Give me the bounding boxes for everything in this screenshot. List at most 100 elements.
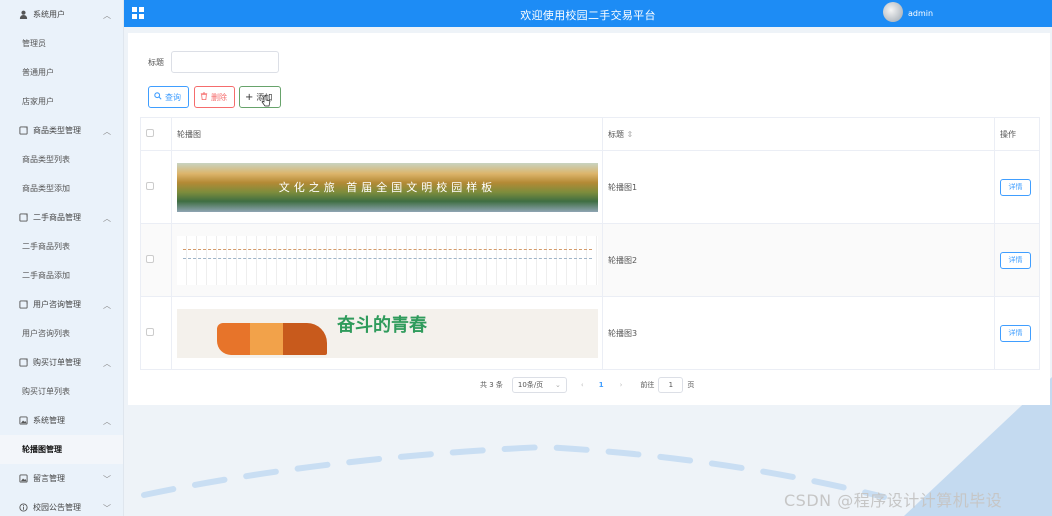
sidebar-group-label: 用户咨询管理 bbox=[33, 300, 81, 309]
carousel-image-cell: 奋斗的青春 bbox=[171, 296, 603, 370]
page-size-value: 10条/页 bbox=[517, 381, 544, 389]
sidebar-group-goods-type[interactable]: 商品类型管理 ︿ bbox=[0, 116, 123, 145]
delete-button[interactable]: 删除 bbox=[194, 86, 235, 108]
carousel-image-cell: 文化之旅 首届全国文明校园样板 bbox=[171, 150, 603, 224]
column-header-title[interactable]: 标题 ⇕ bbox=[602, 117, 995, 151]
current-page[interactable]: 1 bbox=[599, 381, 604, 389]
carousel-image-text: 奋斗的青春 bbox=[337, 314, 427, 336]
prev-page-icon[interactable]: ‹ bbox=[581, 381, 584, 389]
info-icon bbox=[18, 503, 28, 513]
table-header-row: 轮播图 标题 ⇕ 操作 bbox=[140, 117, 1040, 151]
chevron-up-icon: ︿ bbox=[103, 359, 111, 368]
total-count: 共 3 条 bbox=[480, 381, 503, 389]
chevron-up-icon: ︿ bbox=[103, 417, 111, 426]
sidebar-item-order-list[interactable]: 购买订单列表 bbox=[0, 377, 123, 406]
title-filter-input[interactable] bbox=[171, 51, 279, 73]
user-icon bbox=[18, 10, 28, 20]
document-icon bbox=[18, 358, 28, 368]
sidebar-group-consult[interactable]: 用户咨询管理 ︿ bbox=[0, 290, 123, 319]
table-row: 奋斗的青春 轮播图3 详情 bbox=[140, 296, 1040, 370]
sort-icon[interactable]: ⇕ bbox=[627, 130, 634, 139]
sidebar-group-secondhand-goods[interactable]: 二手商品管理 ︿ bbox=[0, 203, 123, 232]
detail-button[interactable]: 详情 bbox=[1000, 324, 1031, 342]
chevron-down-icon: ⌄ bbox=[555, 381, 561, 389]
page-suffix: 页 bbox=[687, 381, 695, 389]
goto-page-input[interactable]: 1 bbox=[658, 377, 684, 393]
sidebar-group-notices[interactable]: 校园公告管理 ﹀ bbox=[0, 493, 123, 516]
column-header-title-label: 标题 bbox=[608, 129, 624, 139]
row-checkbox[interactable] bbox=[146, 328, 154, 336]
chevron-down-icon: ﹀ bbox=[103, 504, 111, 513]
row-select-cell[interactable] bbox=[140, 150, 172, 224]
image-icon bbox=[18, 474, 28, 484]
sidebar-group-label: 留言管理 bbox=[33, 474, 65, 483]
column-header-image: 轮播图 bbox=[171, 117, 603, 151]
document-icon bbox=[18, 213, 28, 223]
avatar[interactable] bbox=[883, 2, 903, 22]
row-select-cell[interactable] bbox=[140, 223, 172, 297]
select-all-cell[interactable] bbox=[140, 117, 172, 151]
sidebar: 系统用户 ︿ 管理员 普通用户 店家用户 商品类型管理 ︿ 商品类型列表 商品类… bbox=[0, 0, 124, 516]
action-cell: 详情 bbox=[994, 223, 1040, 297]
sidebar-item-goods-type-list[interactable]: 商品类型列表 bbox=[0, 145, 123, 174]
document-icon bbox=[18, 300, 28, 310]
trash-icon bbox=[200, 92, 208, 102]
table-row: 文化之旅 首届全国文明校园样板 轮播图1 详情 bbox=[140, 150, 1040, 224]
sidebar-group-label: 系统用户 bbox=[33, 10, 65, 19]
username[interactable]: admin bbox=[908, 9, 933, 18]
sidebar-group-label: 校园公告管理 bbox=[33, 503, 81, 512]
sidebar-item-normal-user[interactable]: 普通用户 bbox=[0, 58, 123, 87]
sidebar-group-label: 购买订单管理 bbox=[33, 358, 81, 367]
watermark: CSDN @程序设计计算机毕设 bbox=[784, 491, 1003, 510]
query-button[interactable]: 查询 bbox=[148, 86, 189, 108]
carousel-image: 文化之旅 首届全国文明校园样板 bbox=[177, 162, 598, 212]
sidebar-group-label: 商品类型管理 bbox=[33, 126, 81, 135]
chevron-up-icon: ︿ bbox=[103, 127, 111, 136]
sidebar-item-goods-list[interactable]: 二手商品列表 bbox=[0, 232, 123, 261]
sidebar-group-orders[interactable]: 购买订单管理 ︿ bbox=[0, 348, 123, 377]
add-button[interactable]: + 添加 bbox=[239, 86, 281, 108]
row-select-cell[interactable] bbox=[140, 296, 172, 370]
pagination: 共 3 条 10条/页 ⌄ ‹ 1 › 前往 1 页 bbox=[480, 377, 694, 393]
column-header-actions: 操作 bbox=[994, 117, 1040, 151]
table-row: 轮播图2 详情 bbox=[140, 223, 1040, 297]
sidebar-group-messages[interactable]: 留言管理 ﹀ bbox=[0, 464, 123, 493]
sidebar-group-label: 系统管理 bbox=[33, 416, 65, 425]
title-filter-label: 标题 bbox=[148, 58, 164, 67]
goto-label: 前往 bbox=[640, 381, 655, 389]
title-cell: 轮播图2 bbox=[602, 223, 995, 297]
select-all-checkbox[interactable] bbox=[146, 129, 154, 137]
sidebar-group-label: 二手商品管理 bbox=[33, 213, 81, 222]
image-icon bbox=[18, 416, 28, 426]
carousel-table: 轮播图 标题 ⇕ 操作 文化之旅 首届全国文明校园样板 轮播图1 详情 轮播图2… bbox=[140, 117, 1040, 370]
row-checkbox[interactable] bbox=[146, 255, 154, 263]
chevron-up-icon: ︿ bbox=[103, 301, 111, 310]
detail-button[interactable]: 详情 bbox=[1000, 251, 1031, 269]
detail-button[interactable]: 详情 bbox=[1000, 178, 1031, 196]
next-page-icon[interactable]: › bbox=[620, 381, 623, 389]
row-checkbox[interactable] bbox=[146, 182, 154, 190]
action-cell: 详情 bbox=[994, 296, 1040, 370]
cursor-pointer-icon bbox=[261, 95, 271, 109]
carousel-image-cell bbox=[171, 223, 603, 297]
carousel-image-text: 文化之旅 首届全国文明校园样板 bbox=[278, 180, 497, 194]
sidebar-item-goods-add[interactable]: 二手商品添加 bbox=[0, 261, 123, 290]
query-button-label: 查询 bbox=[165, 92, 181, 102]
title-cell: 轮播图1 bbox=[602, 150, 995, 224]
delete-button-label: 删除 bbox=[211, 92, 227, 102]
plus-icon: + bbox=[245, 91, 254, 103]
sidebar-group-system-users[interactable]: 系统用户 ︿ bbox=[0, 0, 123, 29]
sidebar-item-shop-user[interactable]: 店家用户 bbox=[0, 87, 123, 116]
carousel-image bbox=[177, 235, 598, 285]
chevron-up-icon: ︿ bbox=[103, 214, 111, 223]
search-icon bbox=[154, 92, 162, 102]
sidebar-item-carousel[interactable]: 轮播图管理 bbox=[0, 435, 123, 464]
page-size-select[interactable]: 10条/页 ⌄ bbox=[511, 377, 567, 393]
sidebar-group-system[interactable]: 系统管理 ︿ bbox=[0, 406, 123, 435]
sidebar-item-goods-type-add[interactable]: 商品类型添加 bbox=[0, 174, 123, 203]
sidebar-item-admin[interactable]: 管理员 bbox=[0, 29, 123, 58]
document-icon bbox=[18, 126, 28, 136]
top-header: 欢迎使用校园二手交易平台 admin bbox=[124, 0, 1052, 27]
sidebar-item-consult-list[interactable]: 用户咨询列表 bbox=[0, 319, 123, 348]
chevron-up-icon: ︿ bbox=[103, 11, 111, 20]
